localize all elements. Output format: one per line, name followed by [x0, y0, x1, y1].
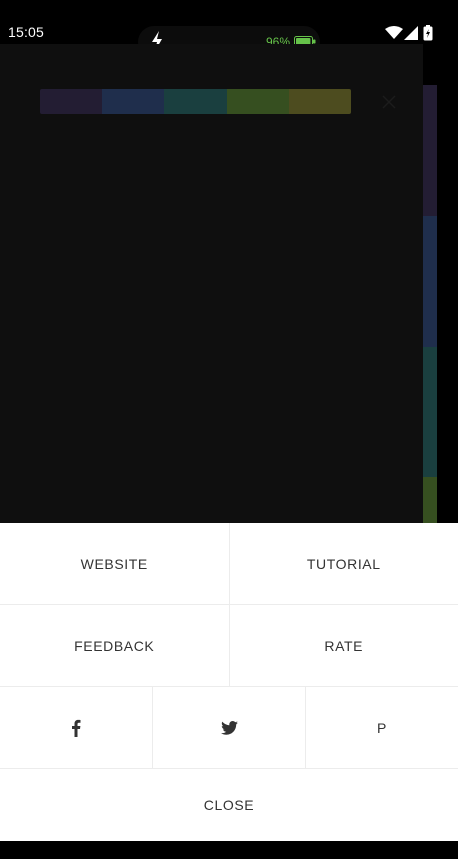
palette-swatch	[40, 89, 103, 114]
palette-swatch	[102, 89, 165, 114]
palette-swatch	[164, 89, 227, 114]
facebook-button[interactable]	[0, 687, 153, 768]
pinterest-icon: P	[377, 719, 387, 736]
twitter-button[interactable]	[153, 687, 306, 768]
signal-icon	[404, 26, 418, 40]
tutorial-button[interactable]: TUTORIAL	[230, 523, 458, 604]
side-swatch	[423, 477, 437, 524]
color-palette-strip	[40, 89, 351, 114]
close-icon	[382, 95, 396, 109]
wifi-icon	[385, 26, 403, 39]
navigation-bar	[0, 841, 458, 859]
dimmed-app-background	[0, 44, 423, 524]
feedback-button[interactable]: FEEDBACK	[0, 605, 230, 686]
bottom-sheet-menu: WEBSITE TUTORIAL FEEDBACK RATE P CLOSE	[0, 523, 458, 841]
close-button[interactable]: CLOSE	[0, 769, 458, 841]
menu-row: FEEDBACK RATE	[0, 605, 458, 687]
side-swatch	[423, 346, 437, 478]
side-palette-strip	[423, 85, 437, 524]
status-time: 15:05	[8, 24, 45, 40]
twitter-icon	[220, 720, 238, 735]
facebook-icon	[72, 719, 81, 737]
social-row: P	[0, 687, 458, 769]
battery-icon	[423, 25, 433, 41]
pinterest-button[interactable]: P	[306, 687, 458, 768]
close-row: CLOSE	[0, 769, 458, 841]
palette-swatch	[226, 89, 289, 114]
rate-button[interactable]: RATE	[230, 605, 458, 686]
website-button[interactable]: WEBSITE	[0, 523, 230, 604]
side-swatch	[423, 215, 437, 347]
palette-swatch	[288, 89, 351, 114]
side-swatch	[423, 85, 437, 216]
menu-row: WEBSITE TUTORIAL	[0, 523, 458, 605]
